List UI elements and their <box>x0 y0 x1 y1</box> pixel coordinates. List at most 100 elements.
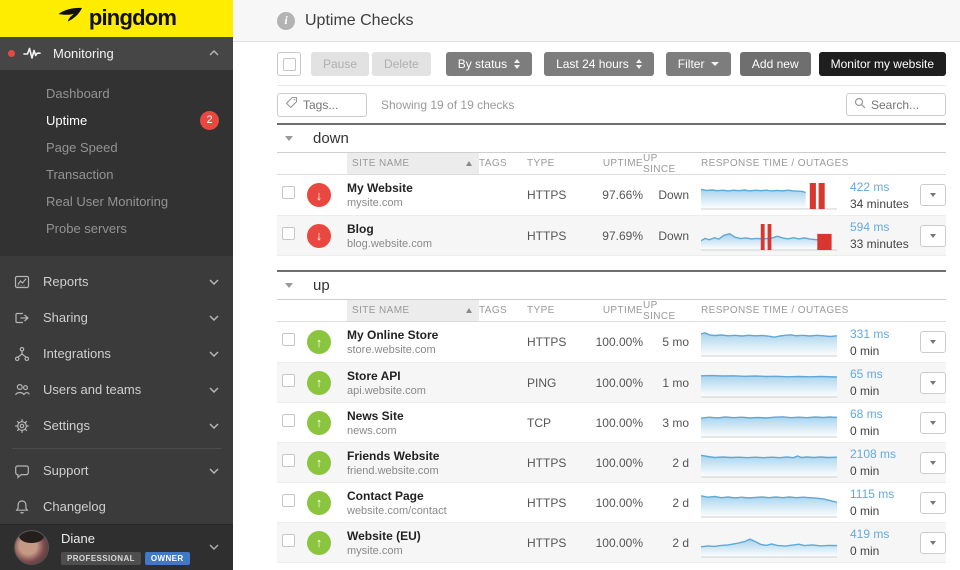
column-type[interactable]: TYPE <box>527 153 587 174</box>
row-checkbox[interactable] <box>282 226 295 240</box>
row-checkbox[interactable] <box>282 533 295 547</box>
table-row: ↑ Friends Website friend.website.com HTT… <box>277 442 946 482</box>
caret-down-icon <box>930 380 936 385</box>
sparkline <box>700 407 838 439</box>
site-name[interactable]: My Online Store <box>347 328 479 342</box>
sparkline <box>700 179 837 211</box>
users-icon <box>12 382 32 398</box>
outage-duration: 0 min <box>850 343 880 358</box>
monitor-my-website-button[interactable]: Monitor my website <box>818 52 946 76</box>
sidebar: pingdom Monitoring Dashboard Uptime 2 Pa… <box>0 0 233 570</box>
site-name[interactable]: News Site <box>347 409 479 423</box>
row-actions-button[interactable] <box>920 331 946 353</box>
column-site-name[interactable]: SITE NAME <box>347 300 479 321</box>
status-icon: ↑ <box>307 450 331 475</box>
response-time: 68 ms <box>850 407 883 421</box>
row-actions-button[interactable] <box>920 411 946 434</box>
filter-dropdown[interactable]: Filter <box>665 52 732 76</box>
chevron-down-icon <box>209 544 219 551</box>
outage-duration: 33 minutes <box>850 237 909 251</box>
pause-button[interactable]: Pause <box>311 52 370 76</box>
site-name[interactable]: Friends Website <box>347 449 479 463</box>
column-up-since[interactable]: UP SINCE <box>643 153 689 175</box>
row-checkbox[interactable] <box>282 333 295 346</box>
sidebar-item-users-and-teams[interactable]: Users and teams <box>0 372 233 408</box>
site-name[interactable]: Website (EU) <box>347 529 479 543</box>
row-actions-button[interactable] <box>920 184 946 206</box>
sidebar-item-integrations[interactable]: Integrations <box>0 336 233 372</box>
checkbox <box>282 57 296 71</box>
sidebar-item-probe-servers[interactable]: Probe servers <box>0 215 233 242</box>
sidebar-item-transaction[interactable]: Transaction <box>0 161 233 188</box>
search-field <box>846 93 946 116</box>
row-checkbox[interactable] <box>282 373 295 387</box>
by-status-dropdown[interactable]: By status <box>445 52 533 76</box>
response-time: 419 ms <box>850 527 890 541</box>
collapse-triangle-icon <box>285 136 293 141</box>
row-uptime: 100.00% <box>595 415 643 430</box>
time-range-dropdown[interactable]: Last 24 hours <box>544 52 654 76</box>
column-up-since[interactable]: UP SINCE <box>643 300 689 322</box>
sidebar-item-monitoring[interactable]: Monitoring <box>0 36 233 70</box>
row-uptime: 97.69% <box>602 228 643 243</box>
sidebar-item-label: Support <box>43 463 89 479</box>
row-actions-button[interactable] <box>920 224 946 247</box>
select-all-checkbox[interactable] <box>277 52 301 76</box>
sidebar-item-sharing[interactable]: Sharing <box>0 300 233 336</box>
column-type[interactable]: TYPE <box>527 300 587 321</box>
table-body: ↑ My Online Store store.website.com HTTP… <box>277 322 946 563</box>
sidebar-item-dashboard[interactable]: Dashboard <box>0 80 233 107</box>
sidebar-item-real-user-monitoring[interactable]: Real User Monitoring <box>0 188 233 215</box>
outage-duration: 0 min <box>850 424 880 438</box>
row-uptime: 100.00% <box>595 335 643 349</box>
sidebar-item-page-speed[interactable]: Page Speed <box>0 134 233 161</box>
site-name[interactable]: Store API <box>347 369 479 383</box>
column-tags[interactable]: TAGS <box>479 300 527 321</box>
column-uptime[interactable]: UPTIME <box>587 300 643 321</box>
info-icon[interactable]: i <box>277 11 295 30</box>
row-actions-button[interactable] <box>920 371 946 394</box>
section-down-header[interactable]: down <box>277 123 946 153</box>
site-name[interactable]: My Website <box>347 181 479 195</box>
add-new-button[interactable]: Add new <box>739 52 811 76</box>
sidebar-item-support[interactable]: Support <box>0 453 233 489</box>
chevron-down-icon <box>209 351 219 357</box>
sidebar-item-changelog[interactable]: Changelog <box>0 489 233 525</box>
column-tags[interactable]: TAGS <box>479 153 527 174</box>
sidebar-item-uptime[interactable]: Uptime 2 <box>0 107 233 134</box>
site-domain: mysite.com <box>347 197 403 209</box>
row-up-since: 2 d <box>672 455 689 470</box>
pingdom-logo[interactable]: pingdom <box>0 0 233 37</box>
site-name[interactable]: Blog <box>347 222 479 236</box>
user-menu[interactable]: Diane PROFESSIONAL OWNER <box>0 524 233 570</box>
table-body: ↓ My Website mysite.com HTTPS 97.66% Dow… <box>277 175 946 256</box>
submenu-label: Real User Monitoring <box>46 193 169 209</box>
column-uptime[interactable]: UPTIME <box>587 153 643 174</box>
row-checkbox[interactable] <box>282 413 295 427</box>
row-actions-button[interactable] <box>920 491 946 514</box>
site-name[interactable]: Contact Page <box>347 489 479 503</box>
row-checkbox[interactable] <box>282 186 295 199</box>
results-count: Showing 19 of 19 checks <box>381 97 515 112</box>
user-name: Diane <box>61 530 95 546</box>
sidebar-item-settings[interactable]: Settings <box>0 408 233 444</box>
status-icon: ↓ <box>307 183 331 207</box>
row-checkbox[interactable] <box>282 453 295 467</box>
sparkline <box>700 220 837 252</box>
monitoring-pulse-icon <box>22 45 42 61</box>
row-actions-button[interactable] <box>920 451 946 474</box>
tag-icon <box>285 96 298 114</box>
integrations-icon <box>12 346 32 362</box>
tags-input[interactable] <box>303 97 359 112</box>
delete-button[interactable]: Delete <box>372 52 431 76</box>
search-input[interactable] <box>871 97 938 112</box>
outage-duration: 34 minutes <box>850 196 909 211</box>
caret-down-icon <box>930 500 936 505</box>
column-site-name[interactable]: SITE NAME <box>347 153 479 174</box>
section-up-header[interactable]: up <box>277 270 946 300</box>
sidebar-item-reports[interactable]: Reports <box>0 264 233 300</box>
plan-badge: PROFESSIONAL <box>61 551 141 565</box>
row-actions-button[interactable] <box>920 531 946 554</box>
row-checkbox[interactable] <box>282 493 295 507</box>
row-type: HTTPS <box>527 455 567 470</box>
